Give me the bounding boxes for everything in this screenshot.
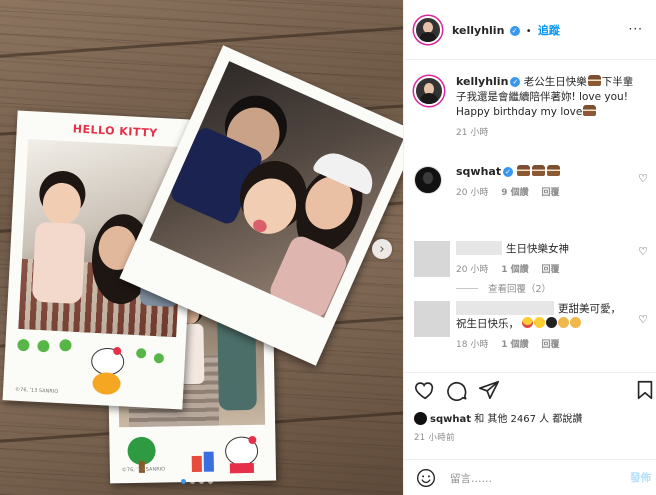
hello-kitty-logo: HELLO KITTY [72,122,158,140]
post-timestamp[interactable]: 21 小時前 [414,431,455,443]
caption-avatar[interactable] [414,76,444,106]
comment-item: 更甜美可愛， 祝生日快乐， 18 小時 1 個讚 回覆 ♡ [414,301,652,367]
caption: kellyhlin ✓ 老公生日快樂 下半輩子我還是會繼續陪伴著妳! love yo… [414,74,652,154]
blurred-username[interactable] [456,241,502,255]
reply-button[interactable]: 回覆 [541,265,559,275]
blurred-avatar[interactable] [414,301,450,337]
clap-emoji-icon [570,317,582,328]
comment-input[interactable]: 留言…… [450,471,492,486]
cake-emoji-icon [517,165,531,176]
comment-likes[interactable]: 1 個讚 [501,340,528,350]
carousel-dot [190,479,195,484]
verified-badge-icon: ✓ [503,167,514,177]
comment-icon[interactable] [446,379,468,401]
post-side-panel: kellyhlin ✓ • 追蹤 ··· kellyhlin ✓ 老公生日快樂 下半… [403,0,656,495]
heart-eyes-emoji-icon [522,317,534,328]
caption-username[interactable]: kellyhlin [456,75,508,88]
post-photo[interactable]: ©76, '13 SANRIO HELLO KITTY ©76, '13 SAN… [0,0,403,495]
post-comment-button[interactable]: 發佈 [630,470,651,485]
cake-emoji-icon [547,165,561,176]
next-slide-button[interactable]: › [372,239,392,259]
comment-item: sqwhat ✓ 20 小時 9 個讚 回覆 ♡ [414,164,652,214]
more-options-icon[interactable]: ··· [629,22,643,36]
comment-item: 生日快樂女神 20 小時 1 個讚 回覆 ♡ [414,241,652,291]
like-comment-icon[interactable]: ♡ [638,172,648,185]
reply-button[interactable]: 回覆 [541,188,559,198]
comment-likes[interactable]: 1 個讚 [501,265,528,275]
comment-time[interactable]: 18 小時 [456,340,488,350]
smile-emoji-icon [534,317,546,328]
carousel-dot-active [181,479,186,484]
follow-button[interactable]: 追蹤 [538,24,560,37]
thumbs-up-emoji-icon [558,317,570,328]
bookmark-icon[interactable] [634,379,656,401]
carousel-dots [181,479,213,484]
carousel-dot [208,479,213,484]
cake-emoji-icon [587,75,601,86]
emoji-picker-icon[interactable] [416,468,436,488]
cake-emoji-icon [532,165,546,176]
cake-emoji-icon [583,105,597,116]
comment-composer: 留言…… 發佈 [404,459,656,495]
comment-text: 更甜美可愛， [558,303,621,315]
share-icon[interactable] [478,379,500,401]
comment-likes[interactable]: 9 個讚 [501,188,528,198]
reply-button[interactable]: 回覆 [541,340,559,350]
post-header: kellyhlin ✓ • 追蹤 ··· [404,0,656,60]
comment-text: 祝生日快乐， [456,318,519,330]
commenter-avatar[interactable] [414,166,442,194]
blurred-username[interactable] [456,301,554,315]
likes-count[interactable]: 和 其他 2467 人 都說讚 [474,414,582,425]
comments-list[interactable]: kellyhlin ✓ 老公生日快樂 下半輩子我還是會繼續陪伴著妳! love yo… [404,61,656,371]
caption-text: 老公生日快樂 [523,76,587,88]
author-avatar[interactable] [414,16,442,44]
clap-emoji-icon [546,317,558,328]
author-username[interactable]: kellyhlin [452,24,504,37]
verified-badge-icon: ✓ [510,77,521,87]
heart-icon[interactable] [414,379,436,401]
liker-username[interactable]: sqwhat [430,414,471,425]
comment-time[interactable]: 20 小時 [456,265,488,275]
commenter-username[interactable]: sqwhat [456,165,501,178]
likes-summary: sqwhat 和 其他 2467 人 都說讚 [414,410,582,425]
blurred-avatar[interactable] [414,241,450,277]
like-comment-icon[interactable]: ♡ [638,313,648,326]
post-actions: sqwhat 和 其他 2467 人 都說讚 21 小時前 [404,372,656,452]
sanrio-copyright: ©76, '13 SANRIO [121,466,166,474]
carousel-dot [199,479,204,484]
verified-badge-icon: ✓ [509,26,520,36]
comment-time[interactable]: 20 小時 [456,188,488,198]
comment-text: 生日快樂女神 [506,243,569,255]
like-comment-icon[interactable]: ♡ [638,245,648,258]
liker-avatar[interactable] [414,412,427,425]
caption-time[interactable]: 21 小時 [456,128,488,138]
